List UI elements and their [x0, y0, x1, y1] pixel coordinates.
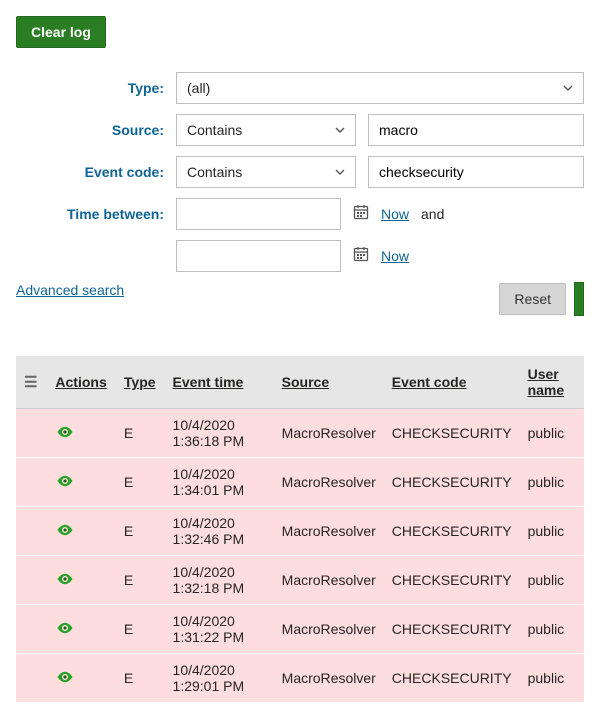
row-time-cell: 10/4/2020 1:31:22 PM [165, 605, 274, 654]
th-actions[interactable]: Actions [47, 356, 115, 409]
row-user-cell: public [520, 458, 584, 507]
filter-row-time-to: Now [16, 240, 584, 272]
view-icon[interactable] [55, 618, 75, 638]
row-code-cell: CHECKSECURITY [384, 409, 520, 458]
view-icon[interactable] [55, 471, 75, 491]
advanced-search-link[interactable]: Advanced search [16, 282, 124, 298]
row-actions-cell [47, 409, 115, 458]
chevron-down-icon [335, 122, 345, 138]
row-select-cell [16, 605, 47, 654]
th-user-name[interactable]: User name [520, 356, 584, 409]
view-icon[interactable] [55, 520, 75, 540]
row-actions-cell [47, 654, 115, 703]
row-source-cell: MacroResolver [274, 654, 384, 703]
row-type-cell: E [116, 409, 165, 458]
row-type-cell: E [116, 556, 165, 605]
table-menu-header[interactable]: ☰ [16, 356, 47, 409]
row-code-cell: CHECKSECURITY [384, 654, 520, 703]
row-source-cell: MacroResolver [274, 458, 384, 507]
th-source[interactable]: Source [274, 356, 384, 409]
type-label: Type: [16, 80, 176, 96]
row-actions-cell [47, 458, 115, 507]
row-actions-cell [47, 556, 115, 605]
type-select-value: (all) [187, 80, 210, 96]
table-row: E10/4/2020 1:32:46 PMMacroResolverCHECKS… [16, 507, 584, 556]
view-icon[interactable] [55, 569, 75, 589]
and-text: and [421, 206, 444, 222]
clear-log-button[interactable]: Clear log [16, 16, 106, 48]
eventcode-op-value: Contains [187, 164, 242, 180]
row-user-cell: public [520, 605, 584, 654]
time-to-input[interactable] [176, 240, 341, 272]
table-row: E10/4/2020 1:31:22 PMMacroResolverCHECKS… [16, 605, 584, 654]
row-actions-cell [47, 605, 115, 654]
table-row: E10/4/2020 1:36:18 PMMacroResolverCHECKS… [16, 409, 584, 458]
th-type[interactable]: Type [116, 356, 165, 409]
calendar-icon[interactable] [353, 246, 369, 267]
row-code-cell: CHECKSECURITY [384, 605, 520, 654]
now-link-to[interactable]: Now [381, 248, 409, 264]
search-button[interactable] [574, 282, 584, 316]
now-link-from[interactable]: Now [381, 206, 409, 222]
row-user-cell: public [520, 654, 584, 703]
row-time-cell: 10/4/2020 1:29:01 PM [165, 654, 274, 703]
filter-row-type: Type: (all) [16, 72, 584, 104]
row-select-cell [16, 458, 47, 507]
table-row: E10/4/2020 1:34:01 PMMacroResolverCHECKS… [16, 458, 584, 507]
row-type-cell: E [116, 654, 165, 703]
row-select-cell [16, 654, 47, 703]
row-user-cell: public [520, 507, 584, 556]
source-input[interactable] [368, 114, 584, 146]
view-icon[interactable] [55, 422, 75, 442]
table-row: E10/4/2020 1:32:18 PMMacroResolverCHECKS… [16, 556, 584, 605]
chevron-down-icon [563, 80, 573, 96]
row-time-cell: 10/4/2020 1:36:18 PM [165, 409, 274, 458]
filter-panel: Type: (all) Source: Contains Event code: [16, 72, 584, 272]
source-op-value: Contains [187, 122, 242, 138]
row-select-cell [16, 409, 47, 458]
row-source-cell: MacroResolver [274, 409, 384, 458]
row-user-cell: public [520, 409, 584, 458]
type-select[interactable]: (all) [176, 72, 584, 104]
row-actions-cell [47, 507, 115, 556]
filter-row-eventcode: Event code: Contains [16, 156, 584, 188]
row-code-cell: CHECKSECURITY [384, 507, 520, 556]
row-time-cell: 10/4/2020 1:32:18 PM [165, 556, 274, 605]
row-select-cell [16, 507, 47, 556]
eventcode-op-select[interactable]: Contains [176, 156, 356, 188]
row-type-cell: E [116, 507, 165, 556]
filter-row-source: Source: Contains [16, 114, 584, 146]
source-label: Source: [16, 122, 176, 138]
row-code-cell: CHECKSECURITY [384, 458, 520, 507]
row-time-cell: 10/4/2020 1:34:01 PM [165, 458, 274, 507]
event-log-table: ☰ Actions Type Event time Source Event c… [16, 356, 584, 702]
filter-buttons: Reset [499, 282, 584, 316]
time-label: Time between: [16, 206, 176, 222]
table-row: E10/4/2020 1:29:01 PMMacroResolverCHECKS… [16, 654, 584, 703]
row-source-cell: MacroResolver [274, 556, 384, 605]
th-event-code[interactable]: Event code [384, 356, 520, 409]
chevron-down-icon [335, 164, 345, 180]
eventcode-label: Event code: [16, 164, 176, 180]
filter-row-time-from: Time between: Now and [16, 198, 584, 230]
source-op-select[interactable]: Contains [176, 114, 356, 146]
row-source-cell: MacroResolver [274, 507, 384, 556]
hamburger-icon: ☰ [24, 374, 37, 391]
time-from-input[interactable] [176, 198, 341, 230]
th-event-time[interactable]: Event time [165, 356, 274, 409]
row-type-cell: E [116, 605, 165, 654]
view-icon[interactable] [55, 667, 75, 687]
reset-button[interactable]: Reset [499, 283, 566, 315]
row-user-cell: public [520, 556, 584, 605]
table-header-row: ☰ Actions Type Event time Source Event c… [16, 356, 584, 409]
row-time-cell: 10/4/2020 1:32:46 PM [165, 507, 274, 556]
row-select-cell [16, 556, 47, 605]
row-source-cell: MacroResolver [274, 605, 384, 654]
row-type-cell: E [116, 458, 165, 507]
eventcode-input[interactable] [368, 156, 584, 188]
row-code-cell: CHECKSECURITY [384, 556, 520, 605]
calendar-icon[interactable] [353, 204, 369, 225]
